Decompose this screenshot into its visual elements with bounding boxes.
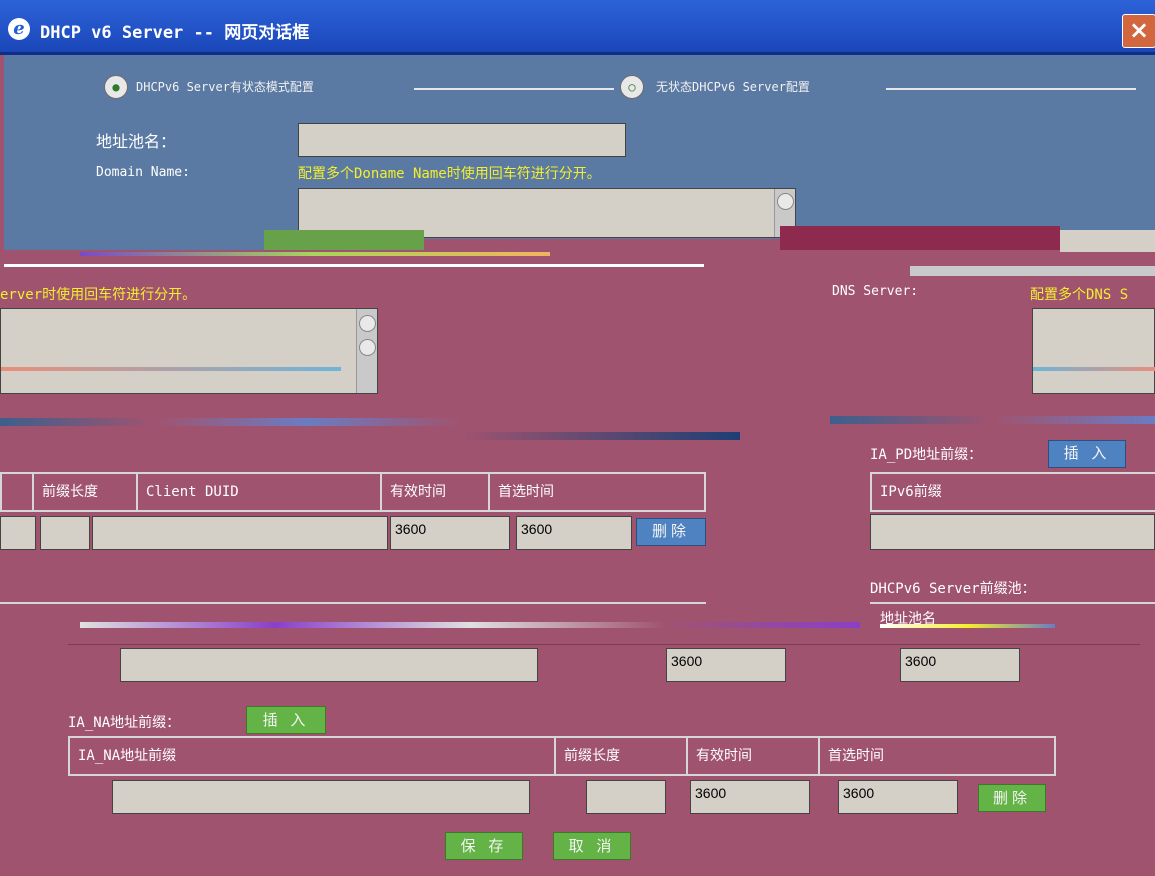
- pd-header-prefix-length: 前缀长度: [34, 474, 138, 510]
- na-delete-button[interactable]: 删除: [978, 784, 1046, 812]
- pd-header-col0: [2, 474, 34, 510]
- scroll-up-icon[interactable]: [359, 315, 376, 332]
- server-pool-valid-time-input[interactable]: 3600: [666, 648, 786, 682]
- pool-name-label: 地址池名：: [96, 132, 177, 151]
- pd-ipv6-prefix-input[interactable]: [870, 514, 1155, 550]
- render-glitch: [1, 367, 341, 371]
- pd-row-col0[interactable]: [0, 516, 36, 550]
- divider-line: [68, 644, 1140, 645]
- na-header-prefix-length: 前缀长度: [556, 738, 688, 774]
- window-titlebar: e DHCP v6 Server -- 网页对话框 ×: [0, 0, 1155, 55]
- render-glitch: [910, 266, 1155, 276]
- window-title: DHCP v6 Server -- 网页对话框: [40, 23, 310, 43]
- pd-header-ipv6-prefix: IPv6前缀: [880, 484, 942, 500]
- render-glitch: [460, 432, 740, 440]
- render-glitch: [870, 602, 1155, 604]
- dns-right-textarea[interactable]: [1032, 308, 1155, 394]
- render-glitch: [830, 416, 1155, 424]
- pd-client-duid-input[interactable]: [92, 516, 388, 550]
- pd-delete-button[interactable]: 删除: [636, 518, 706, 546]
- render-glitch: [4, 230, 264, 250]
- dns-left-textarea[interactable]: [0, 308, 378, 394]
- pd-right-header: IPv6前缀: [870, 472, 1155, 512]
- render-glitch: [264, 230, 424, 250]
- dns-server-label: DNS Server:: [832, 284, 919, 299]
- pd-valid-time-input[interactable]: 3600: [390, 516, 510, 550]
- na-header-prefix: IA_NA地址前缀: [70, 738, 556, 774]
- na-valid-time-input[interactable]: 3600: [690, 780, 810, 814]
- stateful-mode-label[interactable]: DHCPv6 Server有状态模式配置: [136, 78, 314, 95]
- ie-icon: e: [8, 18, 30, 40]
- pd-header-preferred-time: 首选时间: [498, 484, 554, 500]
- server-pool-name-input[interactable]: [120, 648, 538, 682]
- pool-name-input[interactable]: [298, 123, 626, 157]
- stateless-mode-label[interactable]: 无状态DHCPv6 Server配置: [656, 78, 810, 95]
- domain-name-label: Domain Name:: [96, 165, 190, 180]
- na-preferred-time-input[interactable]: 3600: [838, 780, 958, 814]
- mode-selector: ● DHCPv6 Server有状态模式配置 ○ 无状态DHCPv6 Serve…: [96, 72, 1136, 106]
- scroll-down-icon[interactable]: [359, 339, 376, 356]
- server-prefix-pool-label: DHCPv6 Server前缀池：: [870, 581, 1036, 597]
- na-prefix-input[interactable]: [112, 780, 530, 814]
- render-glitch: [4, 264, 704, 267]
- pd-header-client-duid: Client DUID: [138, 474, 382, 510]
- render-glitch: [0, 602, 706, 604]
- server-pool-preferred-time-input[interactable]: 3600: [900, 648, 1020, 682]
- render-glitch: [1060, 230, 1155, 252]
- stateless-radio-icon[interactable]: ○: [620, 75, 644, 99]
- render-glitch: [780, 226, 1060, 250]
- dns-left-scrollbar[interactable]: [356, 309, 377, 393]
- pd-table-header: 前缀长度 Client DUID 有效时间 首选时间: [0, 472, 706, 512]
- na-insert-button[interactable]: 插 入: [246, 706, 326, 734]
- na-table-header: IA_NA地址前缀 前缀长度 有效时间 首选时间: [68, 736, 1056, 776]
- na-header-preferred-time: 首选时间: [828, 748, 884, 764]
- pd-prefix-length-input[interactable]: [40, 516, 90, 550]
- ia-pd-prefix-label: IA_PD地址前缀：: [870, 447, 983, 463]
- render-glitch: [1033, 367, 1155, 371]
- ia-na-prefix-label: IA_NA地址前缀：: [68, 715, 181, 731]
- close-button[interactable]: ×: [1122, 14, 1155, 48]
- cancel-button[interactable]: 取 消: [553, 832, 631, 860]
- save-button[interactable]: 保 存: [445, 832, 523, 860]
- dns-note-right: 配置多个DNS S: [1030, 287, 1129, 303]
- divider-line: [414, 88, 614, 90]
- pd-insert-button[interactable]: 插 入: [1048, 440, 1126, 468]
- render-glitch: [80, 622, 860, 628]
- stateful-radio-icon[interactable]: ●: [104, 75, 128, 99]
- scroll-up-icon[interactable]: [777, 193, 794, 210]
- domain-name-note: 配置多个Doname Name时使用回车符进行分开。: [298, 166, 601, 182]
- pd-preferred-time-input[interactable]: 3600: [516, 516, 632, 550]
- render-glitch: [0, 418, 460, 426]
- pd-header-valid-time: 有效时间: [382, 474, 490, 510]
- render-glitch: [80, 252, 550, 256]
- na-header-valid-time: 有效时间: [688, 738, 820, 774]
- na-prefix-length-input[interactable]: [586, 780, 666, 814]
- dns-note-left: erver时使用回车符进行分开。: [0, 287, 197, 303]
- render-glitch: [880, 624, 1055, 628]
- divider-line: [886, 88, 1136, 90]
